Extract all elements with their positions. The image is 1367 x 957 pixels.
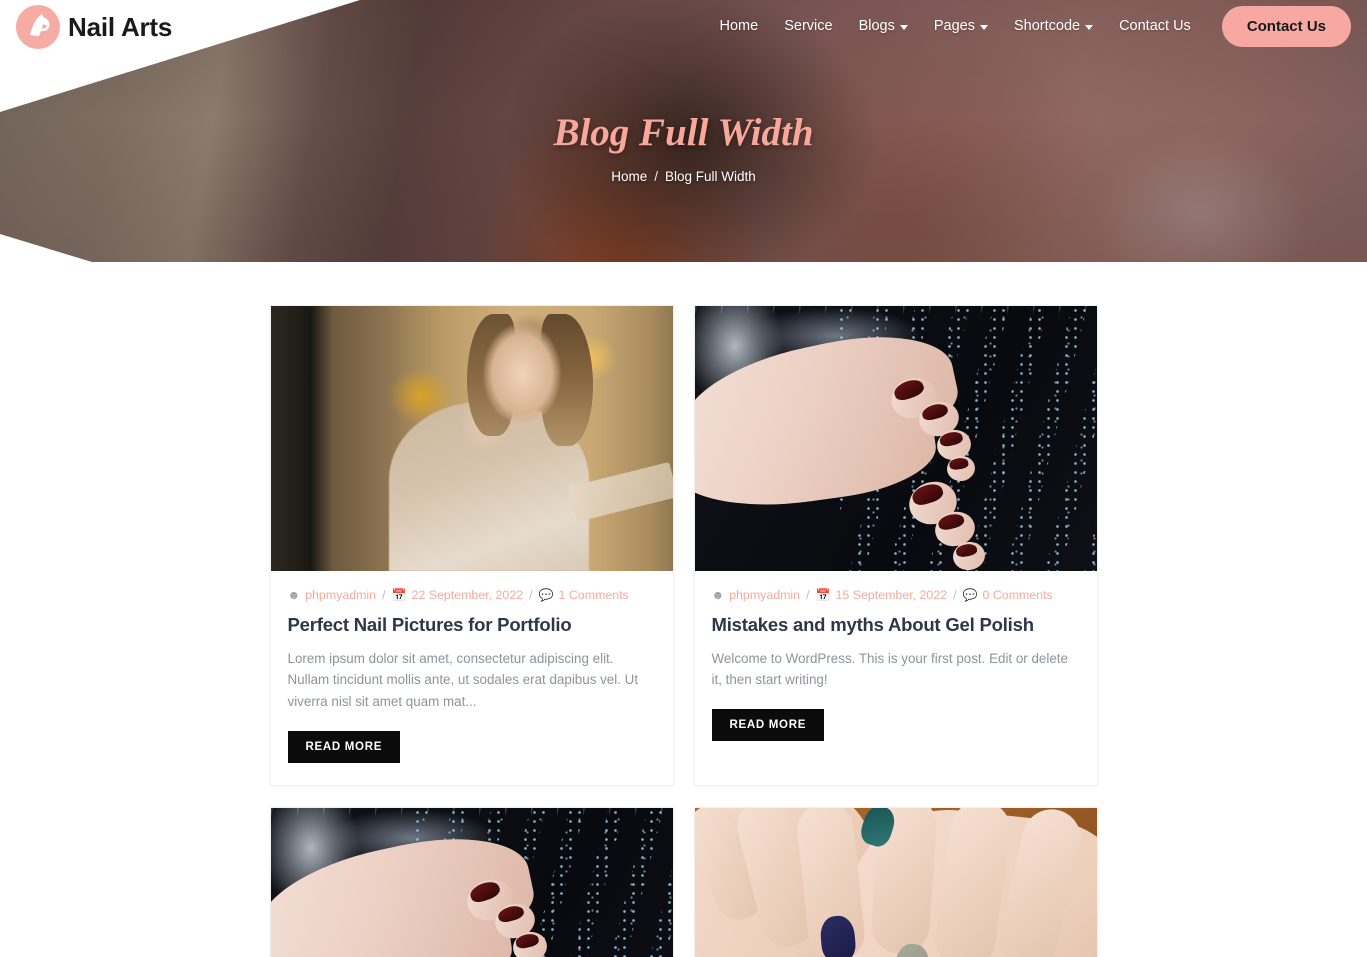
user-icon: ☻ (287, 588, 301, 603)
nav-item-pages[interactable]: Pages (921, 0, 1001, 53)
post-featured-image[interactable] (270, 306, 673, 571)
nav-item-contact-us[interactable]: Contact Us (1106, 0, 1204, 53)
calendar-icon: 📅 (391, 588, 407, 603)
post-excerpt: Lorem ipsum dolor sit amet, consectetur … (287, 650, 639, 709)
blog-section: ☻ phpmyadmin / 📅 22 September, 2022 / 💬 … (0, 262, 1367, 957)
post-body: ☻ phpmyadmin / 📅 22 September, 2022 / 💬 … (271, 571, 673, 785)
nav-item-label: Blogs (858, 18, 895, 34)
post-comments-link[interactable]: 0 Comments (983, 589, 1053, 602)
post-author-link[interactable]: phpmyadmin (305, 589, 376, 602)
nav-item-shortcode[interactable]: Shortcode (1001, 0, 1106, 53)
brand-name: Nail Arts (68, 11, 173, 42)
breadcrumb-home-link[interactable]: Home (611, 169, 647, 184)
site-header: Nail Arts Home Service Blogs Pages Short… (0, 0, 1367, 53)
blog-post-card (269, 806, 674, 957)
meta-separator: / (382, 588, 386, 602)
read-more-button[interactable]: READ MORE (711, 708, 825, 741)
post-featured-image[interactable] (694, 807, 1097, 957)
main-navigation: Home Service Blogs Pages Shortcode Conta… (707, 0, 1367, 53)
meta-separator: / (806, 588, 810, 602)
breadcrumb: Home / Blog Full Width (0, 169, 1367, 184)
contact-us-button[interactable]: Contact Us (1221, 6, 1351, 47)
nav-item-label: Contact Us (1119, 18, 1191, 34)
breadcrumb-current: Blog Full Width (664, 168, 756, 184)
meta-separator: / (953, 588, 957, 602)
post-body: ☻ phpmyadmin / 📅 15 September, 2022 / 💬 … (695, 571, 1097, 763)
comment-bubble-icon: 💬 (538, 588, 554, 603)
hero-content: Blog Full Width Home / Blog Full Width (0, 111, 1367, 184)
meta-separator: / (529, 588, 533, 602)
comment-bubble-icon: 💬 (962, 588, 978, 603)
post-title[interactable]: Perfect Nail Pictures for Portfolio (288, 613, 656, 636)
nav-item-label: Service (784, 18, 833, 34)
post-meta: ☻ phpmyadmin / 📅 15 September, 2022 / 💬 … (711, 588, 1080, 603)
blog-post-card: ☻ phpmyadmin / 📅 22 September, 2022 / 💬 … (269, 305, 674, 786)
page-title: Blog Full Width (553, 111, 814, 154)
user-icon: ☻ (711, 588, 725, 603)
post-comments-link[interactable]: 1 Comments (559, 589, 629, 602)
chevron-down-icon (979, 25, 988, 30)
post-meta: ☻ phpmyadmin / 📅 22 September, 2022 / 💬 … (287, 588, 656, 603)
nav-item-blogs[interactable]: Blogs (846, 0, 921, 53)
nav-item-home[interactable]: Home (707, 0, 772, 53)
post-author-link[interactable]: phpmyadmin (729, 589, 800, 602)
brand-logo[interactable]: Nail Arts (0, 4, 173, 49)
post-date-link[interactable]: 15 September, 2022 (836, 589, 948, 602)
nav-item-label: Pages (933, 18, 975, 34)
post-excerpt: Welcome to WordPress. This is your first… (711, 650, 1068, 688)
read-more-button[interactable]: READ MORE (287, 730, 401, 763)
breadcrumb-separator: / (654, 168, 658, 184)
post-featured-image[interactable] (270, 807, 673, 957)
post-featured-image[interactable] (694, 306, 1097, 571)
calendar-icon: 📅 (815, 588, 831, 603)
chevron-down-icon (899, 25, 908, 30)
nail-polish-logo-icon (16, 4, 60, 49)
nav-item-label: Shortcode (1013, 18, 1081, 34)
post-date-link[interactable]: 22 September, 2022 (412, 589, 524, 602)
blog-post-card (693, 806, 1098, 957)
hero-banner: Nail Arts Home Service Blogs Pages Short… (0, 0, 1367, 262)
nav-item-service[interactable]: Service (771, 0, 845, 53)
blog-post-grid: ☻ phpmyadmin / 📅 22 September, 2022 / 💬 … (269, 305, 1098, 957)
post-title[interactable]: Mistakes and myths About Gel Polish (712, 613, 1080, 636)
nav-item-label: Home (719, 18, 759, 34)
chevron-down-icon (1085, 25, 1094, 30)
blog-post-card: ☻ phpmyadmin / 📅 15 September, 2022 / 💬 … (693, 305, 1098, 786)
